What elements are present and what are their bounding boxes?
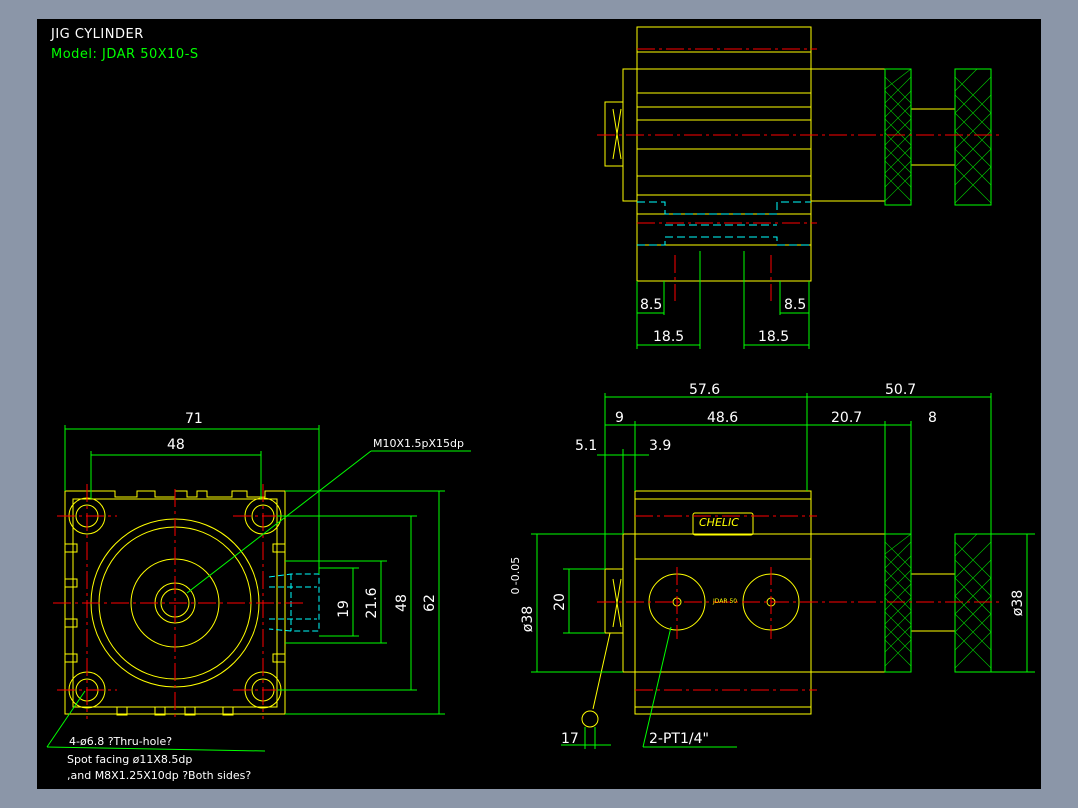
dim-side-rod-dia-tol-top: 0 [509, 588, 522, 595]
cad-canvas: JIG CYLINDER Model: JDAR 50X10-S 8.5 8.5… [37, 19, 1041, 789]
dim-side-9: 9 [615, 410, 624, 426]
side-rod-housing [810, 533, 886, 673]
note-side-ports: 2-PT1/4" [649, 731, 709, 747]
dim-top-18-5-right: 18.5 [758, 329, 789, 345]
dim-front-48-horizontal: 48 [167, 437, 185, 453]
note-tap-thread: ,and M8X1.25X10dp ?Both sides? [67, 769, 251, 782]
dim-side-8: 8 [928, 410, 937, 426]
top-body [636, 26, 812, 282]
note-port-thread: M10X1.5pX15dp [373, 437, 464, 450]
front-view: 71 48 M10X1.5pX15dp 19 21.6 48 62 4-ø6.8… [46, 411, 471, 782]
dim-side-48-6: 48.6 [707, 410, 738, 426]
dim-side-rod-dia-tol: -0.05 [509, 557, 522, 585]
dim-front-21-6: 21.6 [364, 587, 380, 618]
dim-top-8-5-right: 8.5 [784, 297, 806, 313]
dim-side-20-7: 20.7 [831, 410, 862, 426]
cad-drawing: 8.5 8.5 18.5 18.5 71 48 M10X1.5pX15dp 19… [46, 26, 1035, 782]
label-model-small: JDAR 50 [712, 598, 737, 605]
dim-side-17: 17 [561, 731, 579, 747]
note-mount-holes: 4-ø6.8 ?Thru-hole? [69, 735, 172, 748]
dim-front-71: 71 [185, 411, 203, 427]
side-view: 57.6 50.7 9 48.6 20.7 8 5.1 3.9 20 ø38 0… [509, 382, 1035, 749]
dim-side-bore: ø38 [1010, 590, 1026, 616]
dim-side-5-1: 5.1 [575, 438, 597, 454]
dim-front-48-vertical: 48 [394, 594, 410, 612]
side-knurl-right [954, 533, 992, 673]
dim-top-8-5-left: 8.5 [640, 297, 662, 313]
label-brand: CHELIC [699, 516, 739, 529]
dim-side-rod-dia: ø38 [520, 606, 536, 632]
note-spot-facing: Spot facing ø11X8.5dp [67, 753, 192, 766]
dim-side-50-7: 50.7 [885, 382, 916, 398]
dim-side-57-6: 57.6 [689, 382, 720, 398]
dim-front-19: 19 [336, 600, 352, 618]
dim-top-18-5-left: 18.5 [653, 329, 684, 345]
top-view: 8.5 8.5 18.5 18.5 [597, 26, 1003, 349]
dim-front-62: 62 [422, 594, 438, 612]
dim-side-3-9: 3.9 [649, 438, 671, 454]
dim-side-20: 20 [552, 593, 568, 611]
